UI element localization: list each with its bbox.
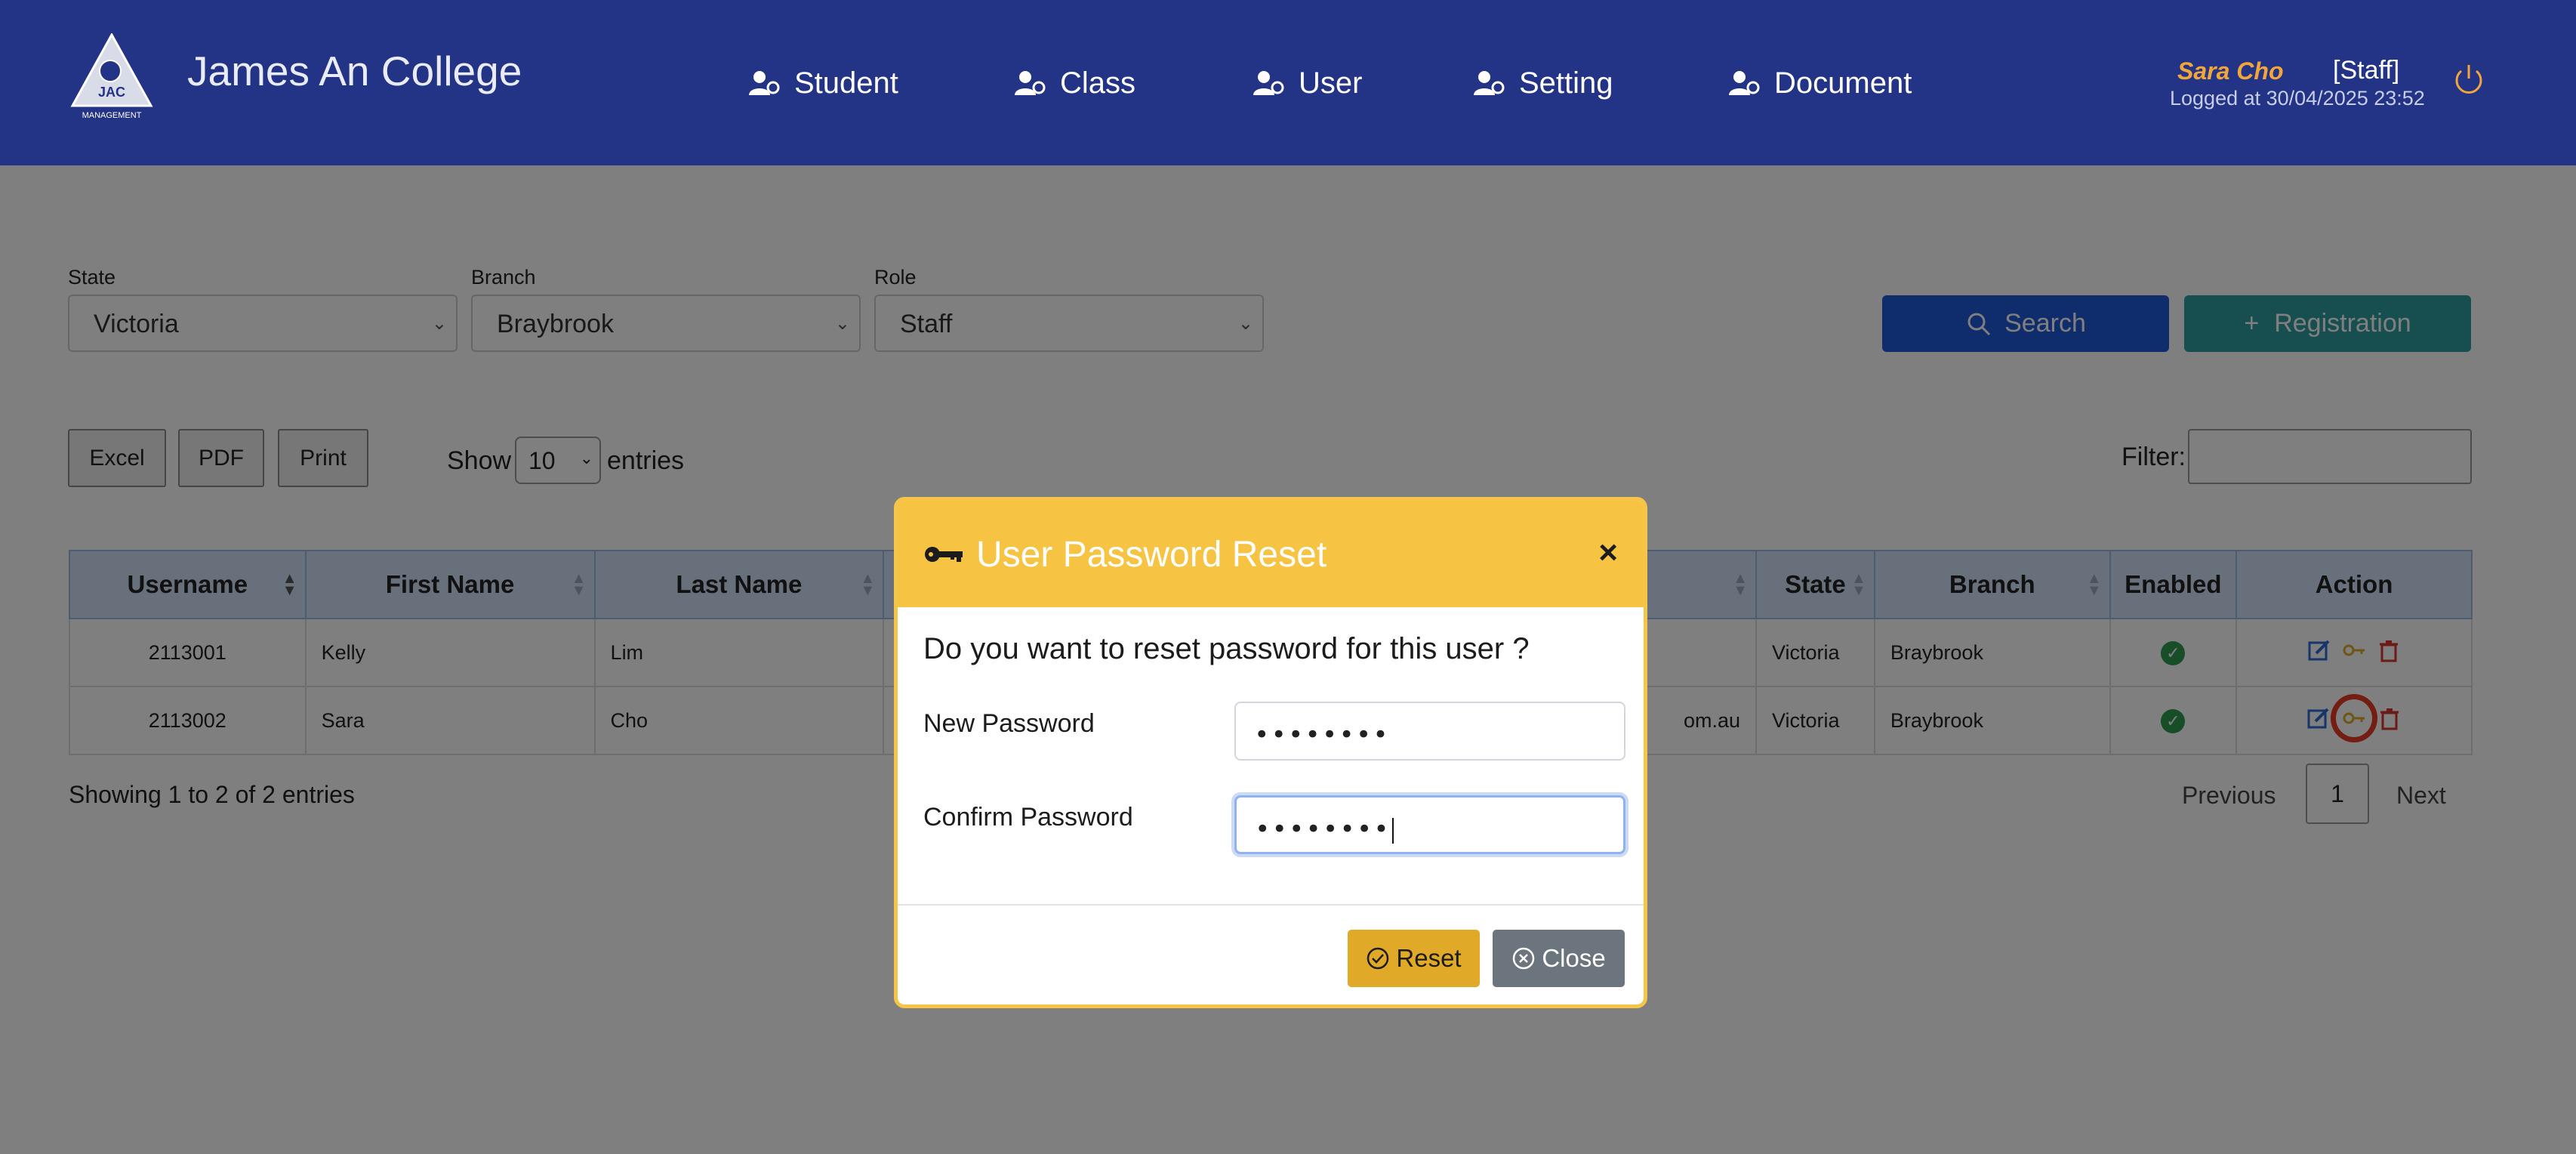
nav-document-label: Document [1774, 66, 1912, 100]
user-gear-icon [1015, 71, 1046, 95]
nav-setting-label: Setting [1519, 66, 1613, 100]
svg-text:JAC: JAC [98, 85, 125, 100]
reset-button[interactable]: Reset [1348, 930, 1480, 987]
nav-user-label: User [1299, 66, 1363, 100]
nav-user[interactable]: User [1252, 59, 1362, 107]
nav-student[interactable]: Student [747, 59, 898, 107]
modal-header: User Password Reset × [898, 501, 1644, 607]
power-icon[interactable] [2452, 62, 2485, 98]
close-icon[interactable]: × [1598, 534, 1618, 572]
user-role: [Staff] [2333, 56, 2400, 85]
user-gear-icon [1253, 71, 1284, 95]
top-header: JAC MANAGEMENT James An College Student … [0, 0, 2576, 165]
brand-title: James An College [187, 48, 522, 94]
nav-document[interactable]: Document [1727, 59, 1912, 107]
confirm-password-label: Confirm Password [923, 803, 1133, 832]
modal-question: Do you want to reset password for this u… [923, 632, 1530, 665]
new-password-label: New Password [923, 709, 1095, 738]
password-reset-modal: User Password Reset × Do you want to res… [894, 497, 1647, 1008]
nav-student-label: Student [794, 66, 898, 100]
modal-divider [898, 904, 1644, 906]
user-gear-icon [1474, 71, 1505, 95]
close-button-label: Close [1542, 944, 1606, 972]
key-icon [925, 547, 963, 562]
user-gear-icon [1729, 71, 1760, 95]
nav-setting[interactable]: Setting [1472, 59, 1613, 107]
svg-text:MANAGEMENT: MANAGEMENT [82, 111, 142, 120]
confirm-password-value: •••••••• [1255, 814, 1391, 844]
close-button[interactable]: Close [1493, 930, 1625, 987]
new-password-field[interactable]: •••••••• [1234, 702, 1625, 761]
nav-class-label: Class [1060, 66, 1136, 100]
x-circle-icon [1513, 947, 1535, 970]
nav-class[interactable]: Class [1013, 59, 1135, 107]
user-gear-icon [749, 71, 780, 95]
modal-title: User Password Reset [976, 535, 1327, 575]
new-password-value: •••••••• [1254, 720, 1390, 750]
user-name: Sara Cho [2177, 57, 2284, 85]
reset-button-label: Reset [1396, 944, 1462, 972]
login-timestamp: Logged at 30/04/2025 23:52 [2170, 87, 2425, 110]
confirm-password-field[interactable]: •••••••• [1234, 795, 1625, 854]
check-circle-icon [1367, 947, 1389, 970]
college-logo: JAC MANAGEMENT [70, 33, 153, 120]
text-caret [1391, 817, 1394, 844]
